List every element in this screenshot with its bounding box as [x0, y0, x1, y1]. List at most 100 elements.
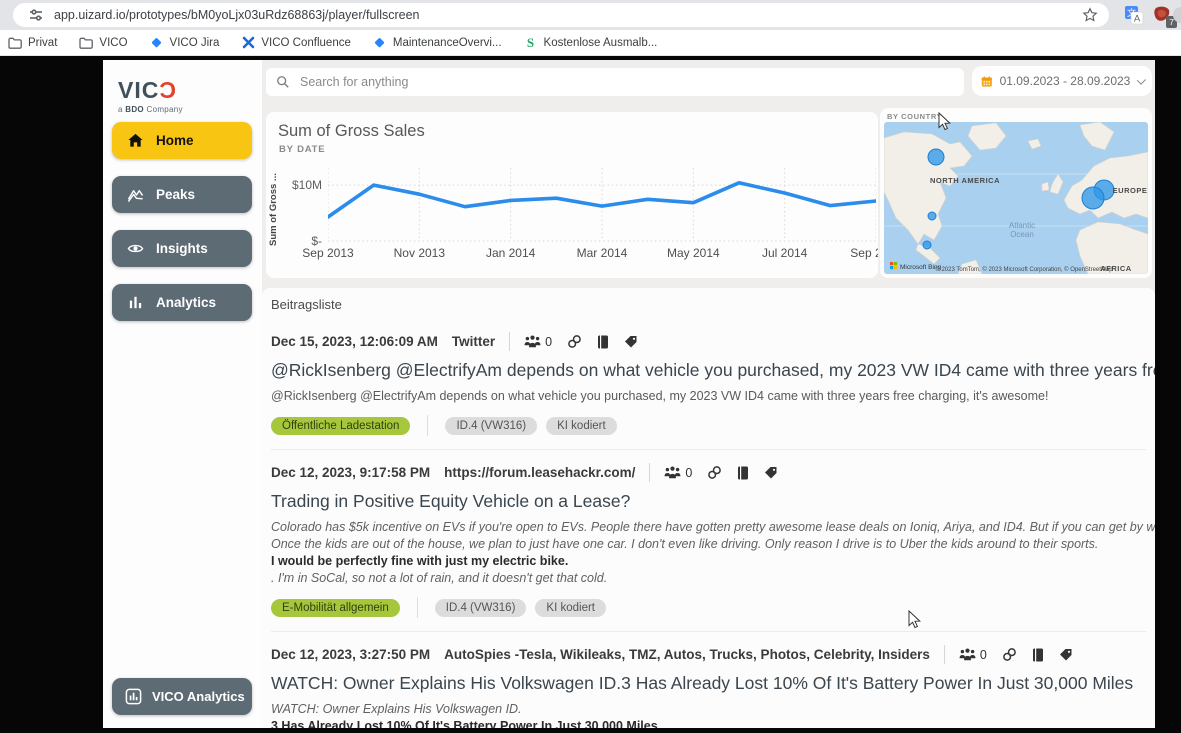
bookmark-item[interactable]: VICO Confluence — [241, 36, 351, 50]
link-icon[interactable] — [1002, 647, 1017, 662]
x-tick-label: May 2014 — [651, 246, 735, 260]
bookmark-item[interactable]: VICO Jira — [150, 36, 220, 50]
post-meta: Dec 12, 2023, 9:17:58 PM https://forum.l… — [271, 464, 1155, 481]
post-date: Dec 12, 2023, 9:17:58 PM — [271, 465, 430, 480]
tag-pill[interactable]: KI kodiert — [546, 417, 617, 435]
feed-post: Dec 15, 2023, 12:06:09 AM Twitter 0 — [271, 333, 1155, 436]
map-title: BY COUNTRY — [887, 112, 942, 121]
feed-title: Beitragsliste — [271, 297, 1155, 312]
tag-pill[interactable]: Öffentliche Ladestation — [271, 417, 410, 435]
address-bar[interactable]: app.uizard.io/prototypes/bM0yoLjx03uRdz6… — [13, 3, 1109, 27]
jira-icon — [373, 36, 387, 50]
y-tick-10m: $10M — [284, 178, 322, 192]
book-icon[interactable] — [737, 466, 749, 480]
date-range-value: 01.09.2023 - 28.09.2023 — [1000, 74, 1131, 88]
post-body-line: Once the kids are out of the house, we p… — [271, 536, 1155, 553]
browser-url-bar: app.uizard.io/prototypes/bM0yoLjx03uRdz6… — [0, 0, 1181, 30]
post-source[interactable]: AutoSpies -Tesla, Wikileaks, TMZ, Autos,… — [444, 647, 930, 662]
post-date: Dec 12, 2023, 3:27:50 PM — [271, 647, 430, 662]
tag-pill[interactable]: KI kodiert — [535, 599, 606, 617]
logo-subtitle: a BDO Company — [118, 105, 183, 114]
folder-icon — [79, 36, 93, 50]
post-count: 0 — [980, 648, 987, 662]
svg-text:© 2023 TomTom, © 2023 Microsof: © 2023 TomTom, © 2023 Microsoft Corporat… — [935, 266, 1113, 273]
bookmarks-bar: Privat VICO VICO Jira VICO Confluence Ma… — [0, 30, 1181, 56]
post-actions: 0 — [959, 647, 1073, 662]
chevron-down-icon — [1137, 75, 1146, 84]
post-actions: 0 — [664, 465, 778, 480]
post-divider — [271, 449, 1146, 450]
sidebar-item-vico-analytics[interactable]: VICO Analytics — [112, 678, 252, 715]
chart-y-axis-label: Sum of Gross ... — [268, 170, 282, 250]
extension-icon[interactable]: 7 — [1152, 5, 1172, 25]
book-icon[interactable] — [1032, 648, 1044, 662]
post-tags: E-Mobilität allgemein ID.4 (VW316) KI kodi… — [271, 597, 1155, 618]
post-body-line: WATCH: Owner Explains His Volkswagen ID. — [271, 701, 1155, 718]
audience-icon[interactable] — [664, 466, 681, 479]
url-text[interactable]: app.uizard.io/prototypes/bM0yoLjx03uRdz6… — [54, 8, 1081, 22]
site-settings-icon[interactable] — [27, 6, 45, 24]
divider — [509, 332, 510, 351]
post-title[interactable]: Trading in Positive Equity Vehicle on a … — [271, 491, 1155, 512]
fullscreen-player-stage: VICƆ a BDO Company Home Peaks Insights A… — [0, 56, 1181, 733]
divider — [944, 645, 945, 664]
date-range-picker[interactable]: 01.09.2023 - 28.09.2023 — [972, 66, 1152, 96]
translate-icon[interactable]: 文 A — [1124, 5, 1144, 25]
post-actions: 0 — [524, 334, 638, 349]
bar-chart-icon — [127, 294, 144, 311]
feed-post: Dec 12, 2023, 9:17:58 PM https://forum.l… — [271, 464, 1155, 618]
x-tick-label: Sep 2014 — [834, 246, 878, 260]
svg-text:S: S — [527, 36, 534, 49]
tag-pill[interactable]: E-Mobilität allgemein — [271, 599, 400, 617]
sidebar-nav: Home Peaks Insights Analytics — [112, 122, 252, 321]
folder-icon — [8, 36, 22, 50]
post-body-line: @RickIsenberg @ElectrifyAm depends on wh… — [271, 388, 1155, 405]
bookmark-item[interactable]: Privat — [8, 36, 57, 50]
tag-icon[interactable] — [1059, 648, 1073, 661]
jira-icon — [150, 36, 164, 50]
bookmark-item[interactable]: MaintenanceOvervi... — [373, 36, 502, 50]
sidebar: VICƆ a BDO Company Home Peaks Insights A… — [103, 60, 262, 728]
analytics-box-icon — [125, 688, 142, 705]
book-icon[interactable] — [597, 335, 609, 349]
gross-sales-chart-card: Sum of Gross Sales BY DATE Sum of Gross … — [266, 112, 878, 278]
link-icon[interactable] — [707, 465, 722, 480]
x-tick-label: Nov 2013 — [377, 246, 461, 260]
sidebar-item-home[interactable]: Home — [112, 122, 252, 159]
bookmark-item[interactable]: VICO — [79, 36, 127, 50]
post-source[interactable]: https://forum.leasehackr.com/ — [444, 465, 635, 480]
post-title[interactable]: @RickIsenberg @ElectrifyAm depends on wh… — [271, 360, 1155, 381]
svg-text:Ocean: Ocean — [1010, 230, 1034, 239]
divider — [417, 597, 418, 618]
search-icon — [276, 75, 290, 89]
post-body: Colorado has $5k incentive on EVs if you… — [271, 519, 1155, 587]
search-bar — [266, 68, 964, 96]
chart-title: Sum of Gross Sales — [278, 122, 425, 141]
sidebar-item-analytics[interactable]: Analytics — [112, 284, 252, 321]
svg-text:Atlantic: Atlantic — [1009, 221, 1035, 230]
line-chart-plot[interactable] — [328, 168, 876, 242]
bookmark-star-icon[interactable] — [1081, 6, 1099, 24]
tag-pill[interactable]: ID.4 (VW316) — [445, 417, 537, 435]
bing-map[interactable]: NORTH AMERICAEUROPEAFRICAAtlanticOceanMi… — [884, 122, 1148, 274]
sidebar-item-insights[interactable]: Insights — [112, 230, 252, 267]
post-title[interactable]: WATCH: Owner Explains His Volkswagen ID.… — [271, 673, 1155, 694]
logo-text: VIC — [118, 77, 159, 103]
post-source[interactable]: Twitter — [452, 334, 495, 349]
x-tick-label: Jul 2014 — [743, 246, 827, 260]
post-count: 0 — [685, 466, 692, 480]
x-tick-label: Jan 2014 — [469, 246, 553, 260]
tag-icon[interactable] — [624, 335, 638, 348]
audience-icon[interactable] — [959, 648, 976, 661]
search-input[interactable] — [300, 75, 964, 89]
post-date: Dec 15, 2023, 12:06:09 AM — [271, 334, 438, 349]
tag-icon[interactable] — [764, 466, 778, 479]
tag-pill[interactable]: ID.4 (VW316) — [435, 599, 527, 617]
chart-subtitle: BY DATE — [279, 144, 325, 155]
sidebar-item-peaks[interactable]: Peaks — [112, 176, 252, 213]
audience-icon[interactable] — [524, 335, 541, 348]
post-body-line: I would be perfectly fine with just my e… — [271, 553, 1155, 570]
link-icon[interactable] — [567, 334, 582, 349]
post-body-line: Colorado has $5k incentive on EVs if you… — [271, 519, 1155, 536]
bookmark-item[interactable]: S Kostenlose Ausmalb... — [524, 36, 658, 50]
